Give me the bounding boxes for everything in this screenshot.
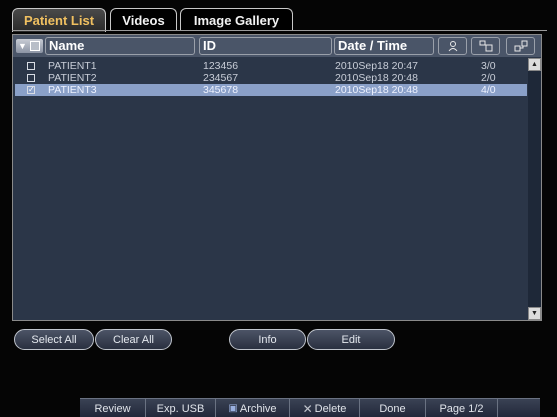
delete-button[interactable]: ✕ Delete [290,399,360,417]
patient-name: PATIENT1 [48,60,97,72]
select-all-button[interactable]: Select All [14,329,94,350]
chevron-down-icon: ▼ [18,41,27,51]
exp-usb-label: Exp. USB [156,402,205,415]
patient-id: 345678 [203,84,239,96]
edit-button[interactable]: Edit [307,329,395,350]
column-header-name[interactable]: Name [45,37,195,55]
images-icon[interactable] [471,37,500,55]
tab-image-gallery[interactable]: Image Gallery [180,8,293,31]
table-header: ▼ Name ID Date / Time [13,35,541,57]
select-all-dropdown[interactable]: ▼ [16,39,43,53]
network-icon[interactable] [506,37,535,55]
table-row[interactable]: ✓ PATIENT3 345678 2010Sep18 20:48 4/0 [15,84,527,96]
list-scrollbar[interactable]: ▲ ▼ [528,58,541,320]
header-checkbox[interactable] [29,41,40,51]
scroll-up-button[interactable]: ▲ [528,58,541,71]
patient-list-panel: ▼ Name ID Date / Time PATIENT1 123456 20… [12,34,542,321]
done-label: Done [379,402,406,415]
review-label: Review [94,402,131,415]
patient-id: 123456 [203,60,239,72]
bottom-bar: Review Exp. USB ▣ Archive ✕ Delete Done … [80,398,540,417]
exp-usb-button[interactable]: Exp. USB [146,399,216,417]
image-count: 2/0 [481,72,496,84]
archive-icon: ▣ [228,403,238,414]
done-button[interactable]: Done [360,399,426,417]
archive-label: Archive [239,402,277,415]
person-icon[interactable] [438,37,467,55]
review-button[interactable]: Review [80,399,146,417]
app-frame: Patient List Videos Image Gallery ▼ Name… [0,0,557,417]
page-label: Page 1/2 [439,402,484,415]
row-checkbox[interactable] [27,62,35,70]
tab-divider [12,30,547,31]
column-header-datetime[interactable]: Date / Time [334,37,434,55]
info-button[interactable]: Info [229,329,306,350]
tab-bar: Patient List Videos Image Gallery [12,8,547,32]
image-count: 4/0 [481,84,496,96]
tab-patient-list[interactable]: Patient List [12,8,106,32]
page-indicator[interactable]: Page 1/2 [426,399,498,417]
column-header-id[interactable]: ID [199,37,332,55]
patient-id: 234567 [203,72,239,84]
scroll-down-button[interactable]: ▼ [528,307,541,320]
patient-datetime: 2010Sep18 20:48 [335,72,418,84]
archive-button[interactable]: ▣ Archive [216,399,290,417]
close-icon: ✕ [302,401,313,416]
table-row[interactable]: PATIENT1 123456 2010Sep18 20:47 3/0 [15,60,527,72]
patient-datetime: 2010Sep18 20:48 [335,84,418,96]
patient-datetime: 2010Sep18 20:47 [335,60,418,72]
delete-label: Delete [314,402,347,415]
clear-all-button[interactable]: Clear All [95,329,172,350]
image-count: 3/0 [481,60,496,72]
table-row[interactable]: PATIENT2 234567 2010Sep18 20:48 2/0 [15,72,527,84]
patient-name: PATIENT3 [48,84,97,96]
patient-name: PATIENT2 [48,72,97,84]
row-checkbox[interactable]: ✓ [27,86,35,94]
row-checkbox[interactable] [27,74,35,82]
tab-videos[interactable]: Videos [110,8,177,31]
